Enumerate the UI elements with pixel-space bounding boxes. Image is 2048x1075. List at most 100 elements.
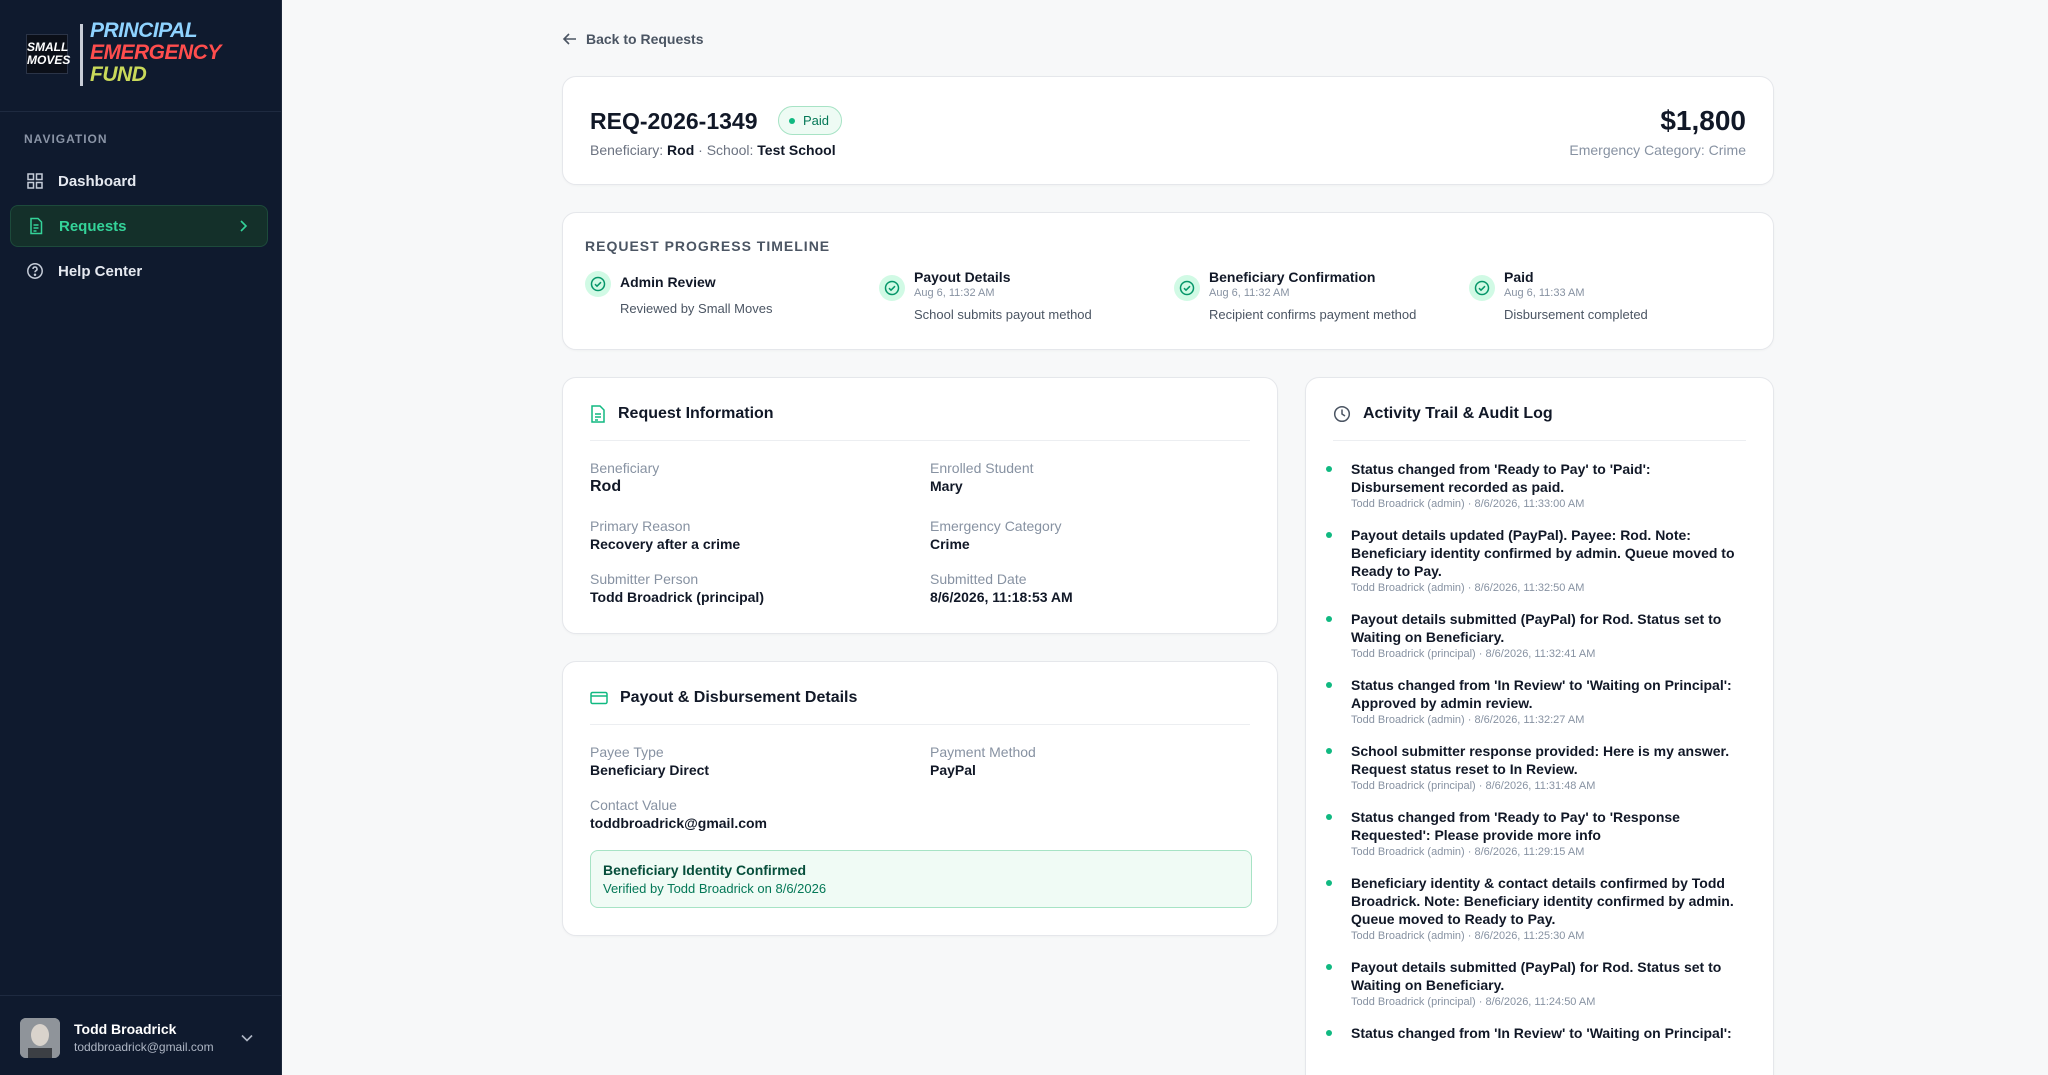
sidebar-item-dashboard[interactable]: Dashboard [10, 160, 268, 202]
user-email: toddbroadrick@gmail.com [74, 1040, 214, 1054]
log-text: Status changed from 'Ready to Pay' to 'P… [1351, 461, 1651, 495]
section-title: Payout & Disbursement Details [590, 689, 857, 707]
status-label: Paid [803, 113, 830, 128]
user-menu[interactable]: Todd Broadrick toddbroadrick@gmail.com [0, 995, 282, 1075]
log-entry: Payout details submitted (PayPal) for Ro… [1326, 958, 1746, 1008]
step-description: Recipient confirms payment method [1209, 307, 1417, 322]
identity-confirmed-banner: Beneficiary Identity Confirmed Verified … [590, 850, 1252, 908]
check-circle-icon [879, 275, 905, 301]
section-title: Request Information [590, 405, 774, 423]
log-text: Payout details updated (PayPal). Payee: … [1351, 527, 1735, 579]
log-entry: School submitter response provided: Here… [1326, 742, 1746, 792]
step-time: Aug 6, 11:32 AM [914, 287, 995, 299]
payout-details-card: Payout & Disbursement Details Payee Type… [562, 661, 1278, 936]
logo-line-3: FUND [90, 63, 147, 86]
request-amount: $1,800 [1660, 105, 1746, 136]
field-submitter-person: Submitter Person Todd Broadrick (princip… [590, 571, 764, 605]
request-header-card: REQ-2026-1349 Paid Beneficiary: Rod · Sc… [562, 76, 1774, 185]
step-description: School submits payout method [914, 307, 1092, 322]
log-text: School submitter response provided: Here… [1351, 743, 1730, 777]
log-dot [1326, 1030, 1332, 1036]
field-label: Beneficiary [590, 460, 660, 476]
audit-log-list: Status changed from 'Ready to Pay' to 'P… [1326, 460, 1746, 1058]
log-text: Payout details submitted (PayPal) for Ro… [1351, 611, 1722, 645]
arrow-left-icon [562, 33, 576, 45]
progress-timeline-card: REQUEST PROGRESS TIMELINE Admin Review R… [562, 212, 1774, 350]
clock-icon [1333, 405, 1351, 423]
chevron-down-icon[interactable] [240, 1030, 254, 1048]
document-icon [27, 217, 45, 235]
status-dot [789, 117, 795, 124]
log-dot [1326, 532, 1332, 538]
field-emergency-category: Emergency Category Crime [930, 518, 1062, 552]
log-entry: Status changed from 'In Review' to 'Wait… [1326, 676, 1746, 726]
sidebar-item-help-center[interactable]: Help Center [10, 250, 268, 292]
field-label: Emergency Category [930, 518, 1062, 534]
field-value: Mary [930, 478, 963, 494]
field-label: Enrolled Student [930, 460, 1034, 476]
field-label: Primary Reason [590, 518, 691, 534]
step-time: Aug 6, 11:32 AM [1209, 287, 1290, 299]
field-label: Submitted Date [930, 571, 1027, 587]
divider [590, 724, 1250, 725]
logo-line-1: PRINCIPAL [90, 19, 198, 42]
log-meta: Todd Broadrick (admin) · 8/6/2026, 11:29… [1351, 846, 1585, 858]
divider [1333, 440, 1746, 441]
grid-icon [26, 172, 44, 190]
back-to-requests-link[interactable]: Back to Requests [562, 31, 703, 47]
step-description: Reviewed by Small Moves [620, 301, 773, 316]
log-entry: Status changed from 'Ready to Pay' to 'P… [1326, 460, 1746, 510]
audit-log-card: Activity Trail & Audit Log Status change… [1305, 377, 1774, 1075]
document-icon [591, 405, 605, 423]
step-time: Aug 6, 11:33 AM [1504, 287, 1585, 299]
request-meta: Beneficiary: Rod · School: Test School [590, 142, 836, 158]
sidebar-item-requests[interactable]: Requests [10, 205, 268, 247]
log-text: Payout details submitted (PayPal) for Ro… [1351, 959, 1722, 993]
logo[interactable]: SMALL MOVES PRINCIPAL EMERGENCY FUND [0, 0, 281, 112]
step-description: Disbursement completed [1504, 307, 1648, 322]
log-dot [1326, 814, 1332, 820]
confirm-title: Beneficiary Identity Confirmed [603, 862, 807, 878]
log-text: Status changed from 'In Review' to 'Wait… [1351, 1025, 1732, 1041]
field-label: Payee Type [590, 744, 664, 760]
log-meta: Todd Broadrick (principal) · 8/6/2026, 1… [1351, 648, 1596, 660]
log-entry: Status changed from 'Ready to Pay' to 'R… [1326, 808, 1746, 858]
log-meta: Todd Broadrick (admin) · 8/6/2026, 11:33… [1351, 498, 1585, 510]
field-label: Payment Method [930, 744, 1036, 760]
field-value: Crime [930, 536, 970, 552]
field-value: Todd Broadrick (principal) [590, 589, 764, 605]
sidebar: SMALL MOVES PRINCIPAL EMERGENCY FUND NAV… [0, 0, 282, 1075]
step-title: Paid [1504, 269, 1534, 285]
log-dot [1326, 682, 1332, 688]
check-circle-icon [1469, 275, 1495, 301]
field-value: Recovery after a crime [590, 536, 741, 552]
sidebar-item-label: Help Center [58, 262, 143, 280]
field-submitted-date: Submitted Date 8/6/2026, 11:18:53 AM [930, 571, 1073, 605]
logo-divider [80, 24, 83, 86]
credit-card-icon [590, 691, 608, 705]
log-dot [1326, 466, 1332, 472]
status-badge: Paid [778, 106, 843, 135]
step-title: Admin Review [620, 274, 716, 290]
field-primary-reason: Primary Reason Recovery after a crime [590, 518, 740, 552]
school-name: Test School [757, 142, 836, 158]
log-meta: Todd Broadrick (admin) · 8/6/2026, 11:32… [1351, 714, 1585, 726]
step-title: Beneficiary Confirmation [1209, 269, 1376, 285]
log-meta: Todd Broadrick (admin) · 8/6/2026, 11:25… [1351, 930, 1585, 942]
sidebar-item-label: Dashboard [58, 172, 137, 190]
field-value: Beneficiary Direct [590, 762, 710, 778]
help-icon [26, 262, 44, 280]
field-beneficiary: Beneficiary Rod [590, 460, 659, 496]
field-contact-value: Contact Value toddbroadrick@gmail.com [590, 797, 767, 831]
beneficiary-name: Rod [667, 142, 695, 158]
field-value: toddbroadrick@gmail.com [590, 815, 768, 831]
chevron-right-icon [237, 219, 249, 237]
field-payee-type: Payee Type Beneficiary Direct [590, 744, 709, 778]
confirm-subtitle: Verified by Todd Broadrick on 8/6/2026 [603, 881, 827, 896]
log-meta: Todd Broadrick (admin) · 8/6/2026, 11:32… [1351, 582, 1585, 594]
field-value: 8/6/2026, 11:18:53 AM [930, 589, 1073, 605]
section-title: Activity Trail & Audit Log [1333, 405, 1553, 423]
request-information-card: Request Information Beneficiary Rod Enro… [562, 377, 1278, 634]
log-entry: Beneficiary identity & contact details c… [1326, 874, 1746, 942]
beneficiary-label: Beneficiary: [590, 142, 664, 158]
